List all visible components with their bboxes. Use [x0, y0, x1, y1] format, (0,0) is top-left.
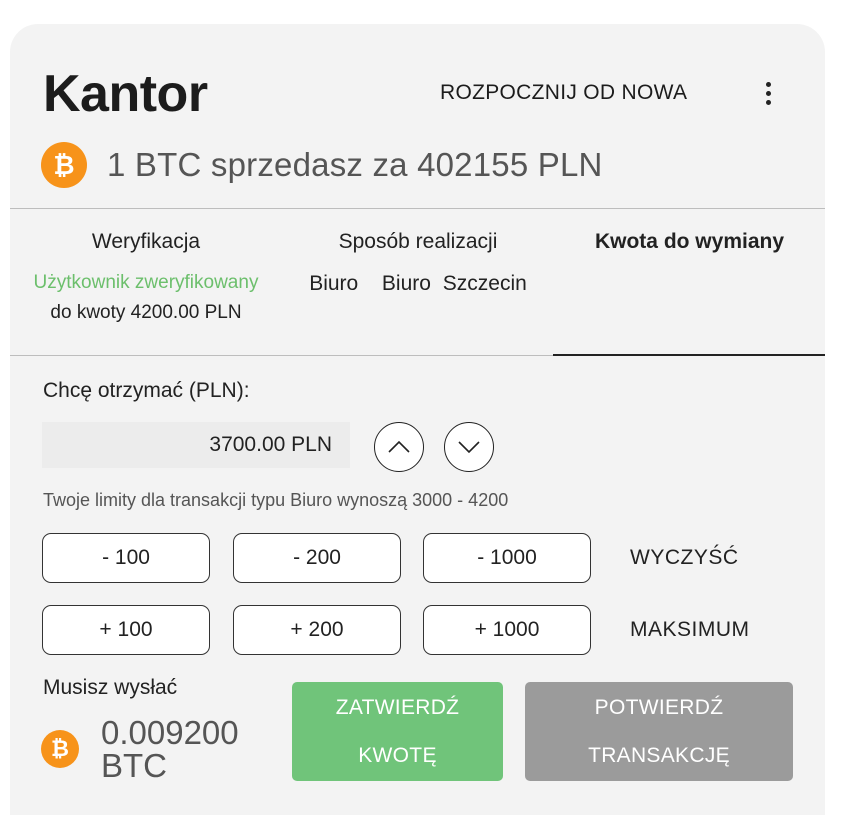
confirm-transaction-button[interactable]: POTWIERDŹ TRANSAKCJĘ	[525, 682, 793, 781]
chevron-up-icon	[388, 440, 410, 453]
page-title: Kantor	[43, 65, 208, 123]
confirm-amount-label-line1: ZATWIERDŹ	[335, 695, 460, 719]
tab-verification-title: Weryfikacja	[91, 230, 201, 253]
minus-1000-button[interactable]: - 1000	[423, 533, 591, 583]
limits-info: Twoje limity dla transakcji typu Biuro w…	[43, 490, 509, 510]
verification-status: Użytkownik zweryfikowany	[33, 272, 259, 293]
bitcoin-icon: ₿	[41, 142, 87, 188]
confirm-transaction-label-line2: TRANSAKCJĘ	[588, 743, 730, 767]
send-amount: 0.009200 BTC	[101, 716, 271, 782]
verification-limit: do kwoty 4200.00 PLN	[50, 302, 242, 323]
tab-fulfillment-method[interactable]: Sposób realizacji Biuro Biuro Szczecin	[282, 230, 554, 296]
fulfillment-detail: Biuro Biuro Szczecin	[309, 272, 527, 295]
exchange-rate: ₿ 1 BTC sprzedasz za 402155 PLN	[41, 142, 603, 188]
tab-verification[interactable]: Weryfikacja Użytkownik zweryfikowany do …	[10, 230, 282, 324]
confirm-amount-label-line2: KWOTĘ	[358, 743, 437, 767]
decrease-button[interactable]	[444, 422, 494, 472]
send-amount-currency: BTC	[101, 747, 167, 784]
restart-button[interactable]: ROZPOCZNIJ OD NOWA	[440, 76, 687, 110]
tab-amount-title: Kwota do wymiany	[594, 230, 785, 253]
tab-amount[interactable]: Kwota do wymiany	[554, 230, 825, 254]
more-vertical-icon[interactable]	[754, 76, 782, 110]
minus-200-button[interactable]: - 200	[233, 533, 401, 583]
maximum-button[interactable]: MAKSIMUM	[630, 618, 750, 642]
receive-label: Chcę otrzymać (PLN):	[43, 379, 250, 402]
exchange-card: Kantor ROZPOCZNIJ OD NOWA ₿ 1 BTC sprzed…	[10, 24, 825, 815]
tab-fulfillment-title: Sposób realizacji	[338, 230, 498, 253]
exchange-rate-text: 1 BTC sprzedasz za 402155 PLN	[107, 146, 603, 183]
increase-button[interactable]	[374, 422, 424, 472]
confirm-transaction-label-line1: POTWIERDŹ	[594, 695, 724, 719]
send-amount-value: 0.009200	[101, 714, 239, 751]
plus-200-button[interactable]: + 200	[233, 605, 401, 655]
minus-100-button[interactable]: - 100	[42, 533, 210, 583]
send-label: Musisz wysłać	[43, 676, 178, 699]
divider	[10, 208, 825, 209]
amount-input[interactable]	[42, 422, 350, 468]
plus-1000-button[interactable]: + 1000	[423, 605, 591, 655]
active-tab-indicator	[553, 354, 825, 356]
plus-100-button[interactable]: + 100	[42, 605, 210, 655]
clear-button[interactable]: WYCZYŚĆ	[630, 546, 739, 570]
bitcoin-icon: ₿	[41, 730, 79, 768]
send-amount-row: ₿ 0.009200 BTC	[41, 716, 271, 782]
confirm-amount-button[interactable]: ZATWIERDŹ KWOTĘ	[292, 682, 503, 781]
chevron-down-icon	[458, 441, 480, 454]
